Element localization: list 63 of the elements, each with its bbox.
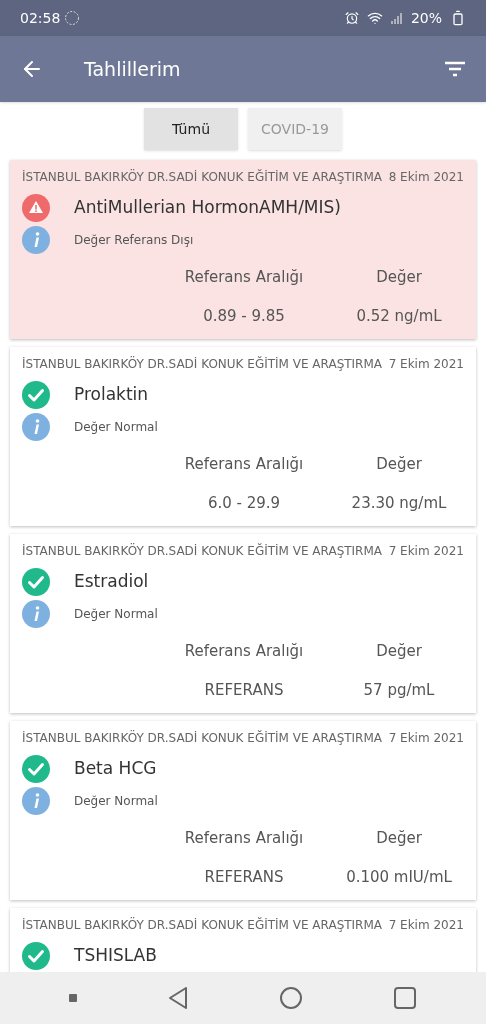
result-date: 7 Ekim 2021 (388, 730, 464, 747)
circle-icon (64, 10, 81, 26)
status-note: Değer Normal (74, 793, 158, 810)
column-label: Referans Aralığı (183, 828, 305, 849)
test-name: TSHISLAB (74, 944, 157, 968)
reference-range: REFERANS (203, 679, 285, 701)
result-date: 7 Ekim 2021 (388, 356, 464, 373)
filter-button[interactable] (444, 61, 466, 77)
reference-range: 6.0 - 29.9 (206, 492, 282, 514)
info-icon (22, 600, 50, 628)
hospital-name: İSTANBUL BAKIRKÖY DR.SADİ KONUK EĞİTİM VE ARAŞTIRMA (22, 542, 383, 560)
result-card[interactable]: İSTANBUL BAKIRKÖY DR.SADİ KONUK EĞİTİM VE ARAŞTIRMA 7 Ekim 2021 TSHISLAB (10, 908, 476, 972)
check-icon (22, 755, 50, 783)
result-value: 23.30 ng/mL (350, 492, 448, 514)
result-value: 0.100 mIU/mL (345, 866, 453, 888)
info-icon (22, 787, 50, 815)
test-name: Prolaktin (74, 383, 149, 407)
status-note: Değer Normal (74, 606, 158, 623)
warning-icon (22, 194, 50, 222)
status-note: Değer Normal (74, 419, 158, 436)
wifi-icon (366, 10, 383, 26)
recents-button[interactable] (393, 986, 417, 1010)
check-icon (22, 381, 50, 409)
status-time: 02:58 (20, 8, 61, 28)
result-card[interactable]: İSTANBUL BAKIRKÖY DR.SADİ KONUK EĞİTİM VE ARAŞTIRMA 7 Ekim 2021 Prolaktin Değer Normal Referans Aralığı Değer 6.0 - 29.9 23.30 ng/mL (10, 347, 476, 526)
info-icon (22, 226, 50, 254)
reference-range: REFERANS (203, 866, 285, 888)
column-label: Değer (375, 454, 423, 475)
home-button[interactable] (279, 986, 303, 1010)
test-name: AntiMullerian HormonAMH/MIS) (74, 196, 341, 220)
column-label: Değer (375, 267, 423, 288)
dot-button[interactable] (69, 994, 77, 1002)
column-label: Değer (375, 828, 423, 849)
test-name: Estradiol (74, 570, 149, 594)
result-value: 0.52 ng/mL (355, 305, 443, 327)
info-icon (22, 413, 50, 441)
hospital-name: İSTANBUL BAKIRKÖY DR.SADİ KONUK EĞİTİM VE ARAŞTIRMA (22, 168, 383, 186)
result-value: 57 pg/mL (362, 679, 436, 701)
check-icon (22, 568, 50, 596)
check-icon (22, 942, 50, 970)
result-date: 7 Ekim 2021 (388, 917, 464, 934)
hospital-name: İSTANBUL BAKIRKÖY DR.SADİ KONUK EĞİTİM VE ARAŞTIRMA (22, 355, 383, 373)
column-label: Referans Aralığı (183, 641, 305, 662)
result-date: 8 Ekim 2021 (388, 169, 464, 186)
screen-title: Tahlillerim (84, 56, 181, 82)
back-nav-button[interactable] (167, 986, 189, 1010)
reference-range: 0.89 - 9.85 (202, 305, 286, 327)
battery-level: 20% (410, 8, 442, 28)
alarm-icon (344, 11, 359, 25)
signal-icon (390, 11, 403, 25)
result-date: 7 Ekim 2021 (388, 543, 464, 560)
hospital-name: İSTANBUL BAKIRKÖY DR.SADİ KONUK EĞİTİM VE ARAŞTIRMA (22, 729, 383, 747)
battery-icon (450, 10, 466, 26)
column-label: Referans Aralığı (183, 267, 305, 288)
status-note: Değer Referans Dışı (74, 232, 194, 249)
hospital-name: İSTANBUL BAKIRKÖY DR.SADİ KONUK EĞİTİM VE ARAŞTIRMA (22, 916, 383, 934)
result-card[interactable]: İSTANBUL BAKIRKÖY DR.SADİ KONUK EĞİTİM VE ARAŞTIRMA 8 Ekim 2021 AntiMullerian HormonAMH/MIS) Değer Referans Dışı Referans Aralığı Değer 0.89 - 9.85 0.52 ng/mL (10, 160, 476, 339)
test-name: Beta HCG (74, 757, 157, 781)
column-label: Değer (375, 641, 423, 662)
result-card[interactable]: İSTANBUL BAKIRKÖY DR.SADİ KONUK EĞİTİM VE ARAŞTIRMA 7 Ekim 2021 Beta HCG Değer Normal Referans Aralığı Değer REFERANS 0.100 mIU/mL (10, 721, 476, 900)
column-label: Referans Aralığı (183, 454, 305, 475)
result-card[interactable]: İSTANBUL BAKIRKÖY DR.SADİ KONUK EĞİTİM VE ARAŞTIRMA 7 Ekim 2021 Estradiol Değer Normal Referans Aralığı Değer REFERANS 57 pg/mL (10, 534, 476, 713)
filter-tab[interactable]: Tümü (144, 108, 238, 150)
